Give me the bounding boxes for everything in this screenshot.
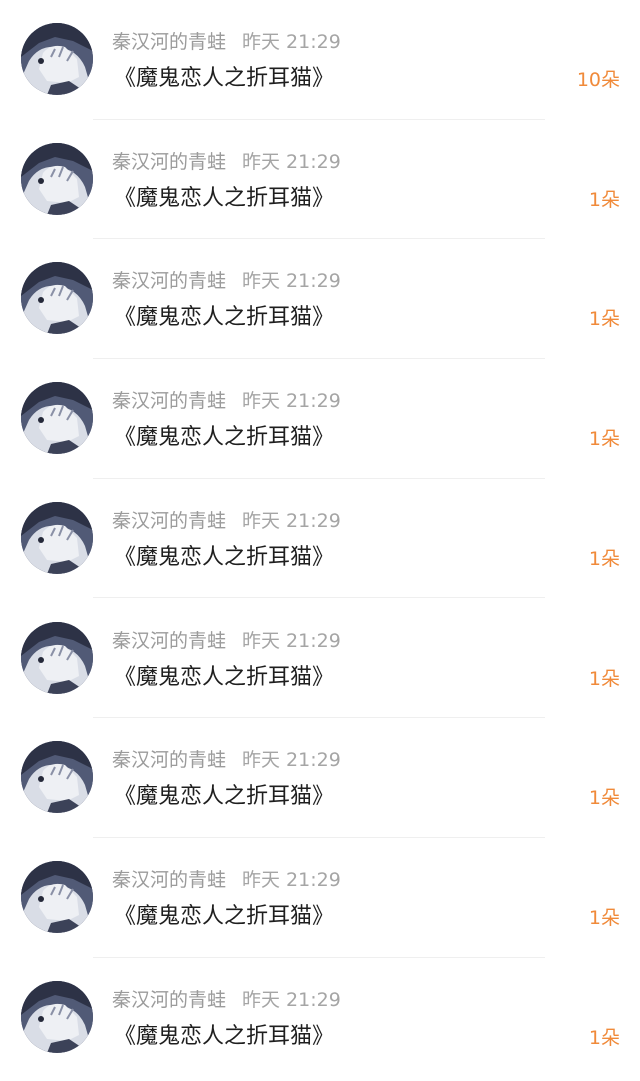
flower-count: 1朵 <box>588 1026 620 1049</box>
username[interactable]: 秦汉河的青蛙 <box>112 630 226 652</box>
item-title[interactable]: 《魔鬼恋人之折耳猫》 <box>114 900 334 934</box>
item-title[interactable]: 《魔鬼恋人之折耳猫》 <box>114 301 334 335</box>
flower-count: 1朵 <box>588 188 620 211</box>
item-meta: 秦汉河的青蛙 昨天 21:29 <box>112 266 341 296</box>
username[interactable]: 秦汉河的青蛙 <box>112 31 226 53</box>
item-meta: 秦汉河的青蛙 昨天 21:29 <box>112 865 341 895</box>
gift-list: 秦汉河的青蛙 昨天 21:29 《魔鬼恋人之折耳猫》 10朵 秦汉河的青蛙 昨天 2… <box>0 0 640 1081</box>
flower-count: 1朵 <box>588 428 620 451</box>
timestamp: 昨天 21:29 <box>242 629 341 652</box>
item-meta: 秦汉河的青蛙 昨天 21:29 <box>112 147 341 177</box>
flower-count: 10朵 <box>576 69 620 91</box>
item-title[interactable]: 《魔鬼恋人之折耳猫》 <box>114 780 334 814</box>
list-item[interactable]: 秦汉河的青蛙 昨天 21:29 《魔鬼恋人之折耳猫》 1朵 <box>0 239 640 360</box>
item-title[interactable]: 《魔鬼恋人之折耳猫》 <box>114 182 334 216</box>
username[interactable]: 秦汉河的青蛙 <box>112 270 226 292</box>
timestamp: 昨天 21:29 <box>242 749 341 772</box>
list-item[interactable]: 秦汉河的青蛙 昨天 21:29 《魔鬼恋人之折耳猫》 1朵 <box>0 359 640 479</box>
item-title[interactable]: 《魔鬼恋人之折耳猫》 <box>114 62 334 96</box>
list-item[interactable]: 秦汉河的青蛙 昨天 21:29 《魔鬼恋人之折耳猫》 1朵 <box>0 120 640 240</box>
item-meta: 秦汉河的青蛙 昨天 21:29 <box>112 745 341 775</box>
username[interactable]: 秦汉河的青蛙 <box>112 989 226 1011</box>
list-item[interactable]: 秦汉河的青蛙 昨天 21:29 《魔鬼恋人之折耳猫》 1朵 <box>0 479 640 599</box>
flower-count: 1朵 <box>588 308 620 331</box>
username[interactable]: 秦汉河的青蛙 <box>112 749 226 771</box>
item-title[interactable]: 《魔鬼恋人之折耳猫》 <box>114 1020 334 1054</box>
flower-count: 1朵 <box>588 547 620 570</box>
item-meta: 秦汉河的青蛙 昨天 21:29 <box>112 985 341 1015</box>
flower-count: 1朵 <box>588 787 620 810</box>
username[interactable]: 秦汉河的青蛙 <box>112 869 226 891</box>
list-item[interactable]: 秦汉河的青蛙 昨天 21:29 《魔鬼恋人之折耳猫》 1朵 <box>0 599 640 719</box>
avatar[interactable] <box>21 741 93 814</box>
avatar[interactable] <box>21 23 93 95</box>
item-title[interactable]: 《魔鬼恋人之折耳猫》 <box>114 541 334 575</box>
timestamp: 昨天 21:29 <box>242 988 341 1011</box>
timestamp: 昨天 21:29 <box>242 270 341 293</box>
timestamp: 昨天 21:29 <box>242 868 341 891</box>
item-title[interactable]: 《魔鬼恋人之折耳猫》 <box>114 661 334 695</box>
list-item[interactable]: 秦汉河的青蛙 昨天 21:29 《魔鬼恋人之折耳猫》 1朵 <box>0 718 640 838</box>
username[interactable]: 秦汉河的青蛙 <box>112 390 226 412</box>
avatar[interactable] <box>21 621 93 694</box>
item-meta: 秦汉河的青蛙 昨天 21:29 <box>112 506 341 536</box>
avatar[interactable] <box>21 382 93 455</box>
username[interactable]: 秦汉河的青蛙 <box>112 510 226 532</box>
item-title[interactable]: 《魔鬼恋人之折耳猫》 <box>114 421 334 455</box>
list-item[interactable]: 秦汉河的青蛙 昨天 21:29 《魔鬼恋人之折耳猫》 1朵 <box>0 838 640 958</box>
username[interactable]: 秦汉河的青蛙 <box>112 151 226 173</box>
avatar[interactable] <box>21 501 93 574</box>
timestamp: 昨天 21:29 <box>242 150 341 173</box>
avatar[interactable] <box>21 980 93 1053</box>
avatar[interactable] <box>21 860 93 933</box>
timestamp: 昨天 21:29 <box>242 390 341 413</box>
list-item[interactable]: 秦汉河的青蛙 昨天 21:29 《魔鬼恋人之折耳猫》 1朵 <box>0 958 640 1078</box>
item-meta: 秦汉河的青蛙 昨天 21:29 <box>112 626 341 656</box>
flower-count: 1朵 <box>588 906 620 929</box>
flower-count: 1朵 <box>588 667 620 690</box>
item-meta: 秦汉河的青蛙 昨天 21:29 <box>112 27 341 57</box>
timestamp: 昨天 21:29 <box>242 509 341 532</box>
list-item[interactable]: 秦汉河的青蛙 昨天 21:29 《魔鬼恋人之折耳猫》 10朵 <box>0 0 640 120</box>
item-meta: 秦汉河的青蛙 昨天 21:29 <box>112 386 341 416</box>
avatar[interactable] <box>21 142 93 215</box>
timestamp: 昨天 21:29 <box>242 31 341 53</box>
avatar[interactable] <box>21 262 93 335</box>
